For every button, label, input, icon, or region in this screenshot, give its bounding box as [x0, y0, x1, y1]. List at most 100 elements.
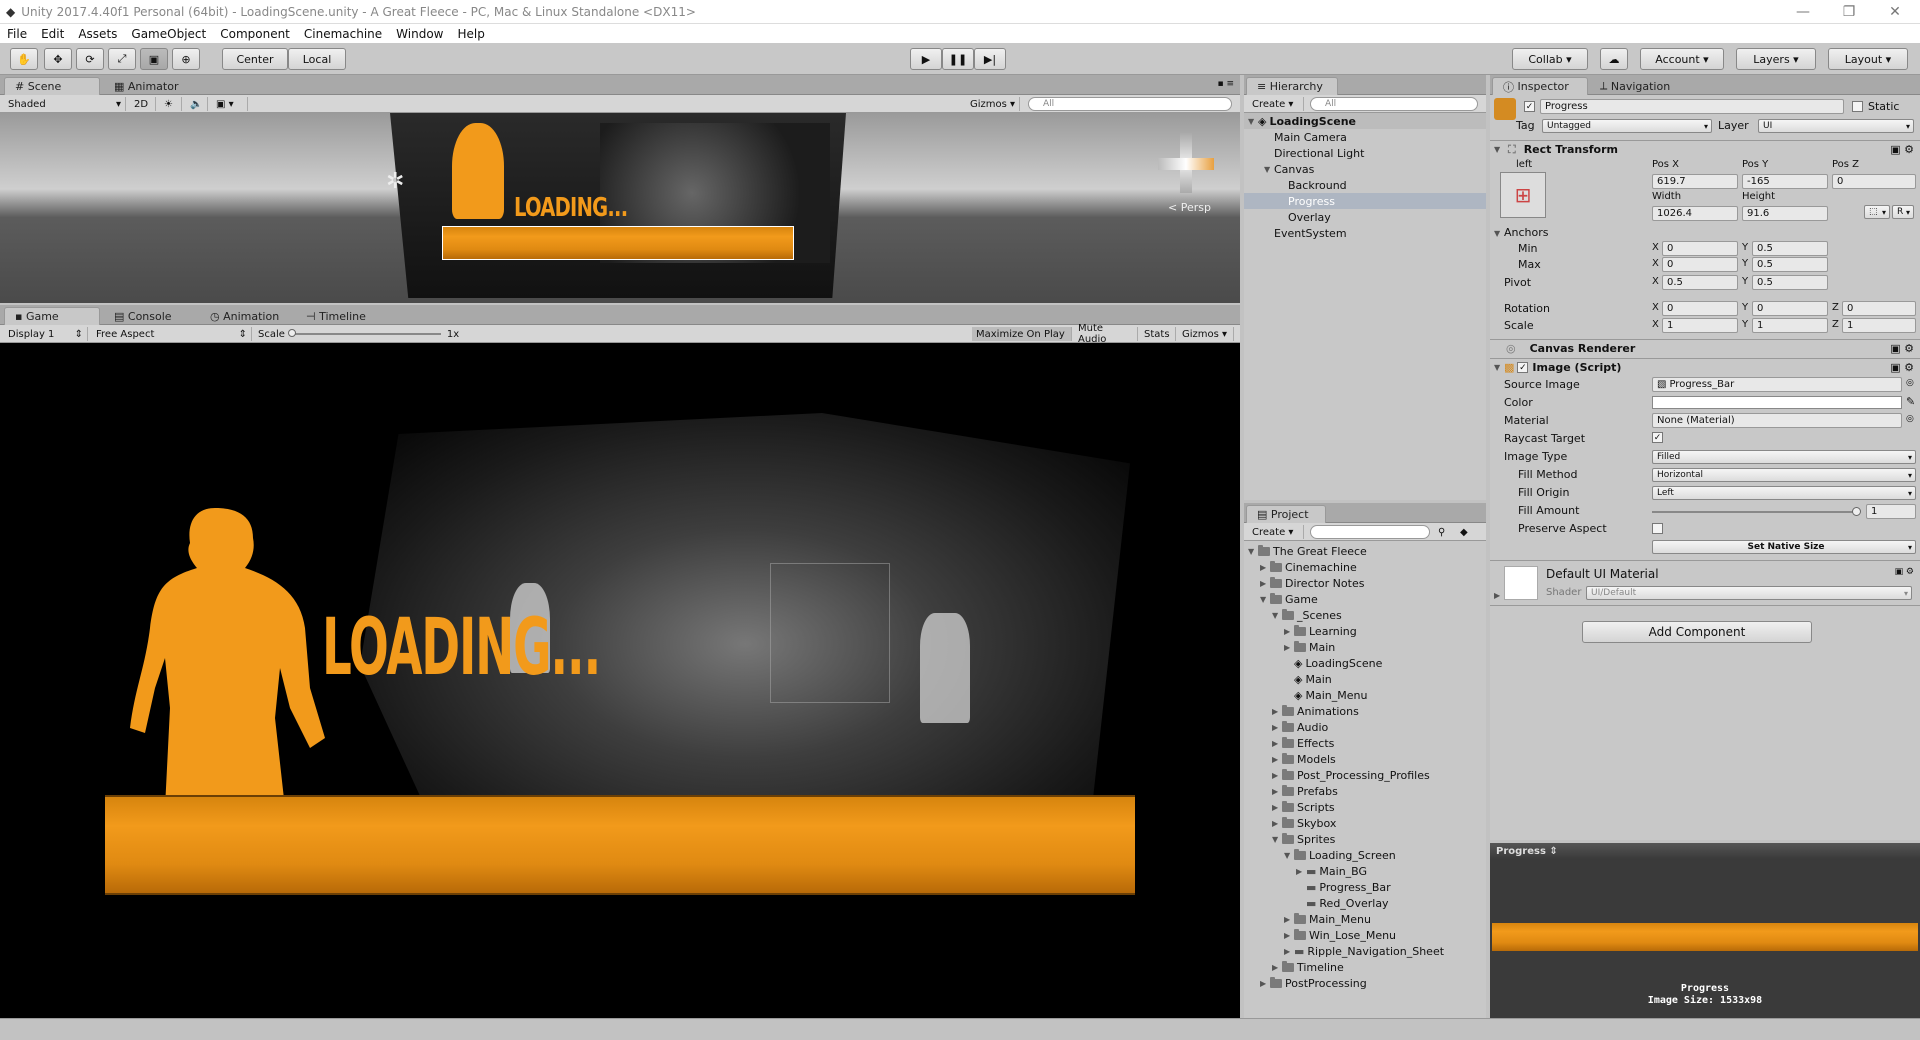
project-item[interactable]: ▶ ▬ Main_BG [1244, 863, 1486, 879]
tab-hierarchy[interactable]: ≡ Hierarchy [1246, 77, 1338, 95]
project-item[interactable]: ▶ Skybox [1244, 815, 1486, 831]
component-settings-icon[interactable]: ▣ ⚙ [1890, 143, 1914, 156]
project-item[interactable]: ▶ Scripts [1244, 799, 1486, 815]
menu-window[interactable]: Window [389, 27, 450, 41]
layer-dropdown[interactable]: UI [1758, 119, 1914, 133]
hierarchy-search-input[interactable]: All [1310, 97, 1478, 111]
panel-menu-icon[interactable]: ▪ ≡ [1217, 79, 1234, 89]
filter-type-icon[interactable]: ⚲ [1434, 525, 1456, 539]
anchor-max-y-input[interactable]: 0.5 [1752, 257, 1828, 272]
filter-label-icon[interactable]: ◆ [1456, 525, 1478, 539]
anchor-min-y-input[interactable]: 0.5 [1752, 241, 1828, 256]
rotate-tool-icon[interactable]: ⟳ [76, 48, 104, 70]
image-type-dropdown[interactable]: Filled [1652, 450, 1916, 464]
expand-arrow-icon[interactable]: ▶ [1272, 771, 1282, 780]
color-swatch[interactable] [1652, 396, 1902, 409]
rotation-z-input[interactable]: 0 [1842, 301, 1916, 316]
effects-icon[interactable]: ▣ ▾ [212, 97, 248, 111]
expand-arrow-icon[interactable]: ▶ [1284, 947, 1294, 956]
project-item[interactable]: ▶ Learning [1244, 623, 1486, 639]
expand-arrow-icon[interactable]: ▶ [1260, 563, 1270, 572]
game-gizmos-dropdown[interactable]: Gizmos ▾ [1178, 327, 1234, 341]
pivot-center-button[interactable]: Center [222, 48, 288, 70]
project-item[interactable]: ▼ Sprites [1244, 831, 1486, 847]
expand-arrow-icon[interactable]: ▼ [1272, 835, 1282, 844]
project-item[interactable]: ◈ LoadingScene [1244, 655, 1486, 671]
fill-amount-input[interactable]: 1 [1866, 504, 1916, 519]
account-dropdown[interactable]: Account ▾ [1640, 48, 1724, 70]
scale-x-input[interactable]: 1 [1662, 318, 1738, 333]
project-item[interactable]: ▶ Effects [1244, 735, 1486, 751]
step-button[interactable]: ▶| [974, 48, 1006, 70]
expand-arrow-icon[interactable]: ▼ [1260, 595, 1270, 604]
project-item[interactable]: ▶ Cinemachine [1244, 559, 1486, 575]
aspect-dropdown[interactable]: Free Aspect ⇕ [92, 327, 252, 341]
pause-button[interactable]: ❚❚ [942, 48, 974, 70]
rotation-x-input[interactable]: 0 [1662, 301, 1738, 316]
component-settings-icon[interactable]: ▣ ⚙ [1890, 361, 1914, 374]
fill-origin-dropdown[interactable]: Left [1652, 486, 1916, 500]
expand-arrow-icon[interactable]: ▼ [1248, 117, 1258, 126]
tab-navigation[interactable]: ⟂ Navigation [1590, 77, 1680, 95]
project-item[interactable]: ▬ Progress_Bar [1244, 879, 1486, 895]
project-item[interactable]: ◈ Main_Menu [1244, 687, 1486, 703]
component-settings-icon[interactable]: ▣ ⚙ [1895, 567, 1914, 577]
expand-arrow-icon[interactable]: ▶ [1260, 579, 1270, 588]
collab-button[interactable]: Collab ▾ [1512, 48, 1588, 70]
hierarchy-item[interactable]: Directional Light [1244, 145, 1486, 161]
project-item[interactable]: ▶ Models [1244, 751, 1486, 767]
image-enabled-checkbox[interactable]: ✓ [1517, 362, 1529, 373]
project-item[interactable]: ▶ PostProcessing [1244, 975, 1486, 991]
fill-amount-slider[interactable] [1652, 507, 1861, 516]
fill-amount-handle[interactable] [1852, 507, 1861, 516]
gameobject-name-input[interactable]: Progress [1540, 99, 1844, 114]
expand-arrow-icon[interactable]: ▶ [1272, 787, 1282, 796]
project-search-input[interactable] [1310, 525, 1430, 539]
expand-arrow-icon[interactable]: ▶ [1284, 627, 1294, 636]
hierarchy-scene-root[interactable]: ▼ ◈ LoadingScene [1244, 113, 1486, 129]
anchor-min-x-input[interactable]: 0 [1662, 241, 1738, 256]
project-item[interactable]: ▼ Game [1244, 591, 1486, 607]
expand-arrow-icon[interactable]: ▶ [1272, 819, 1282, 828]
menu-assets[interactable]: Assets [71, 27, 124, 41]
static-checkbox[interactable] [1852, 101, 1863, 112]
project-item[interactable]: ▶ ▬ Ripple_Navigation_Sheet [1244, 943, 1486, 959]
rect-tool-icon[interactable]: ▣ [140, 48, 168, 70]
anchor-max-x-input[interactable]: 0 [1662, 257, 1738, 272]
expand-arrow-icon[interactable]: ▶ [1284, 931, 1294, 940]
expand-arrow-icon[interactable]: ▶ [1272, 755, 1282, 764]
cloud-icon[interactable]: ☁ [1600, 48, 1628, 70]
expand-arrow-icon[interactable]: ▶ [1272, 803, 1282, 812]
expand-arrow-icon[interactable]: ▶ [1272, 963, 1282, 972]
eyedropper-icon[interactable]: ✎ [1906, 395, 1915, 408]
source-image-field[interactable]: ▧ Progress_Bar [1652, 377, 1902, 392]
tag-dropdown[interactable]: Untagged [1542, 119, 1712, 133]
raw-edit-button[interactable]: R [1892, 205, 1914, 219]
fill-method-dropdown[interactable]: Horizontal [1652, 468, 1916, 482]
mute-audio-toggle[interactable]: Mute Audio [1074, 323, 1138, 345]
transform-tool-icon[interactable]: ⊕ [172, 48, 200, 70]
game-viewport[interactable]: LOADING... [0, 343, 1240, 1018]
posy-input[interactable]: -165 [1742, 174, 1828, 189]
anchor-presets-button[interactable]: ⊞ [1500, 172, 1546, 218]
project-create-dropdown[interactable]: Create ▾ [1248, 525, 1304, 539]
preview-header[interactable]: Progress ⇕ [1490, 843, 1920, 859]
project-item[interactable]: ▶ Win_Lose_Menu [1244, 927, 1486, 943]
expand-arrow-icon[interactable]: ▶ [1260, 979, 1270, 988]
object-picker-icon[interactable]: ◎ [1906, 414, 1914, 424]
hierarchy-item[interactable]: ▼ Canvas [1244, 161, 1486, 177]
height-input[interactable]: 91.6 [1742, 206, 1828, 221]
component-settings-icon[interactable]: ▣ ⚙ [1890, 342, 1914, 355]
collapse-arrow-icon[interactable]: ▼ [1494, 363, 1504, 372]
2d-toggle[interactable]: 2D [130, 97, 156, 111]
raycast-target-checkbox[interactable]: ✓ [1652, 432, 1663, 443]
project-item[interactable]: ▬ Red_Overlay [1244, 895, 1486, 911]
tab-scene[interactable]: # Scene [4, 77, 100, 95]
expand-arrow-icon[interactable]: ▼ [1264, 165, 1274, 174]
menu-help[interactable]: Help [451, 27, 492, 41]
scale-slider[interactable]: Scale 1x [254, 327, 464, 341]
scale-tool-icon[interactable]: ⤢ [108, 48, 136, 70]
active-checkbox[interactable]: ✓ [1524, 101, 1535, 112]
lighting-icon[interactable]: ☀ [160, 97, 182, 111]
maximize-on-play-toggle[interactable]: Maximize On Play [972, 327, 1072, 341]
